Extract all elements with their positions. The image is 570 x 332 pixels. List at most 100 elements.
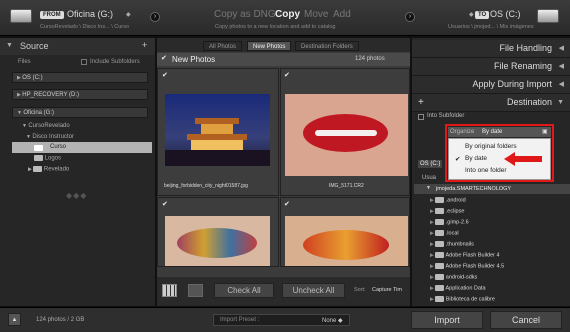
tab-destination-folders[interactable]: Destination Folders <box>295 41 359 51</box>
dest-menu-icon[interactable]: ◆ <box>469 11 474 18</box>
mode-move[interactable]: Move <box>304 9 328 20</box>
tree-item-cursorevelado[interactable]: ▼ CursoRevelado <box>22 123 70 129</box>
folder-row[interactable]: ▶ .android <box>430 197 565 208</box>
mode-add[interactable]: Add <box>333 9 351 20</box>
folder-label: .local <box>445 230 459 237</box>
section-file-handling[interactable]: File Handling ◀ <box>412 40 570 58</box>
expand-triangle-icon: ◀ <box>558 81 564 88</box>
photo-checkbox[interactable]: ✔ <box>162 201 169 208</box>
drive-label: HP_RECOVERY (D:) <box>22 92 80 98</box>
tab-new-photos[interactable]: New Photos <box>247 41 292 51</box>
photo-cell[interactable]: ✔ beijing_forbidden_city_night01587.jpg <box>157 68 279 196</box>
tree-item-disco-instructor[interactable]: ▼ Disco Instructor <box>26 134 74 140</box>
lips-shape <box>177 228 257 258</box>
folder-label: .eclipse <box>445 208 465 215</box>
organize-select[interactable]: Organize By date ▣ <box>448 127 551 137</box>
folder-row[interactable]: ▶ Biblioteca de calibre <box>430 296 565 306</box>
photo-checkbox[interactable]: ✔ <box>284 201 291 208</box>
footer-bar: ▲ 124 photos / 2 GB Import Preset : None… <box>0 307 570 332</box>
add-destination-icon[interactable]: + <box>418 94 424 111</box>
folder-label: Adobe Flash Builder 4.5 <box>445 263 505 270</box>
option-into-one-folder[interactable]: Into one folder <box>465 167 507 174</box>
folder-label: .thumbnails <box>445 241 474 248</box>
grid-area: All Photos New Photos Destination Folder… <box>157 38 410 306</box>
tree-label: Revelado <box>43 166 70 173</box>
ground <box>165 150 270 166</box>
folder-row[interactable]: ▶ android-sdks <box>430 274 565 285</box>
section-title: File Handling <box>499 43 552 53</box>
teeth-shape <box>315 130 377 136</box>
option-by-date[interactable]: By date <box>465 155 487 162</box>
users-folder[interactable]: Usua <box>422 175 436 181</box>
source-header: ▼ Source + <box>0 38 155 55</box>
sort-select[interactable]: Capture Tim <box>372 287 402 293</box>
add-source-icon[interactable]: + <box>142 40 147 50</box>
folder-icon <box>34 145 43 151</box>
folder-label: Biblioteca de calibre <box>445 296 495 303</box>
folder-row[interactable]: ▶ Adobe Flash Builder 4.5 <box>430 263 565 274</box>
folder-row[interactable]: ▶ Adobe Flash Builder 4 <box>430 252 565 263</box>
mode-copy-as-dng[interactable]: Copy as DNG <box>214 9 276 20</box>
photo-cell[interactable]: ✔ IMG_5171.CR2 <box>280 68 410 196</box>
folder-icon <box>435 285 445 291</box>
photo-checkbox[interactable]: ✔ <box>162 72 169 79</box>
dest-drive-select[interactable]: OS (C:) <box>490 9 521 19</box>
photo-cell[interactable]: ✔ <box>280 197 410 267</box>
ornament-icon: ◆◆◆ <box>66 191 88 200</box>
right-panel: File Handling ◀ File Renaming ◀ Apply Duri… <box>412 38 570 306</box>
grid-view-icon[interactable] <box>162 284 177 297</box>
uncheck-all-button[interactable]: Uncheck All <box>282 283 345 298</box>
section-destination[interactable]: + Destination ▼ <box>412 94 570 112</box>
files-label: Files <box>18 59 31 65</box>
photo-checkbox[interactable]: ✔ <box>284 72 291 79</box>
into-subfolder-checkbox[interactable] <box>418 114 424 120</box>
cancel-button[interactable]: Cancel <box>490 311 562 329</box>
section-apply-during-import[interactable]: Apply During Import ◀ <box>412 76 570 94</box>
folder-row[interactable]: ▶ Application Data <box>430 285 565 296</box>
pagoda-body <box>201 124 233 134</box>
mode-copy[interactable]: Copy <box>275 9 300 20</box>
source-drive-icon <box>10 9 32 23</box>
collapse-options-icon[interactable]: ▲ <box>8 313 21 326</box>
source-drive-select[interactable]: Oficina (G:) <box>67 9 113 19</box>
check-all-button[interactable]: Check All <box>214 283 274 298</box>
import-button[interactable]: Import <box>411 311 483 329</box>
into-subfolder-label: Into Subfolder <box>427 113 465 119</box>
check-mark-icon: ✔ <box>455 156 461 163</box>
folder-row[interactable]: ▶ .thumbnails <box>430 241 565 252</box>
option-by-original-folders[interactable]: By original folders <box>465 143 517 150</box>
import-header: FROM Oficina (G:) ◆ CursoRevelado \ Disc… <box>0 0 570 36</box>
folder-icon <box>435 263 445 269</box>
drive-row-g[interactable]: ▼ Oficina (G:) <box>12 107 148 118</box>
user-folder-row[interactable]: ▼ jmojeda.SMARTECHNOLOGY <box>414 184 570 194</box>
tree-item-logos[interactable]: Logos <box>34 155 61 162</box>
photo-thumbnail <box>165 216 270 266</box>
collapse-triangle-icon[interactable]: ▼ <box>6 42 13 49</box>
folder-icon <box>435 230 445 236</box>
photo-cell[interactable]: ✔ <box>157 197 279 267</box>
tab-all-photos[interactable]: All Photos <box>203 41 243 51</box>
tree-item-curso-selected[interactable]: Curso <box>12 142 152 153</box>
tree-item-revelado[interactable]: ▶ Revelado <box>28 166 69 173</box>
include-subfolders-checkbox[interactable] <box>81 59 87 65</box>
folder-icon <box>33 166 43 172</box>
loupe-view-icon[interactable] <box>188 284 203 297</box>
folder-row[interactable]: ▶ .eclipse <box>430 208 565 219</box>
expand-triangle-icon: ▼ <box>426 185 431 191</box>
drive-row-c[interactable]: ▶ OS (C:) <box>12 72 148 83</box>
lips-shape <box>303 230 389 260</box>
tab-bar: All Photos New Photos Destination Folder… <box>157 38 410 52</box>
pagoda-body <box>191 140 243 150</box>
section-file-renaming[interactable]: File Renaming ◀ <box>412 58 570 76</box>
grid-toolbar: Check All Uncheck All Sort: Capture Tim <box>157 277 410 306</box>
source-menu-icon[interactable]: ◆ <box>126 11 131 18</box>
folder-row[interactable]: ▶ .local <box>430 230 565 241</box>
preset-value: None ◆ <box>322 318 343 324</box>
import-preset-select[interactable]: Import Preset : None ◆ <box>213 314 350 326</box>
drive-row-d[interactable]: ▶ HP_RECOVERY (D:) <box>12 89 148 100</box>
drive-label: Oficina (G:) <box>23 110 55 116</box>
folder-row[interactable]: ▶ .gimp-2.6 <box>430 219 565 230</box>
dest-drive-row[interactable]: OS (C:) <box>418 160 443 168</box>
group-check-icon[interactable]: ✔ <box>161 55 168 62</box>
photo-thumbnail <box>285 94 408 176</box>
